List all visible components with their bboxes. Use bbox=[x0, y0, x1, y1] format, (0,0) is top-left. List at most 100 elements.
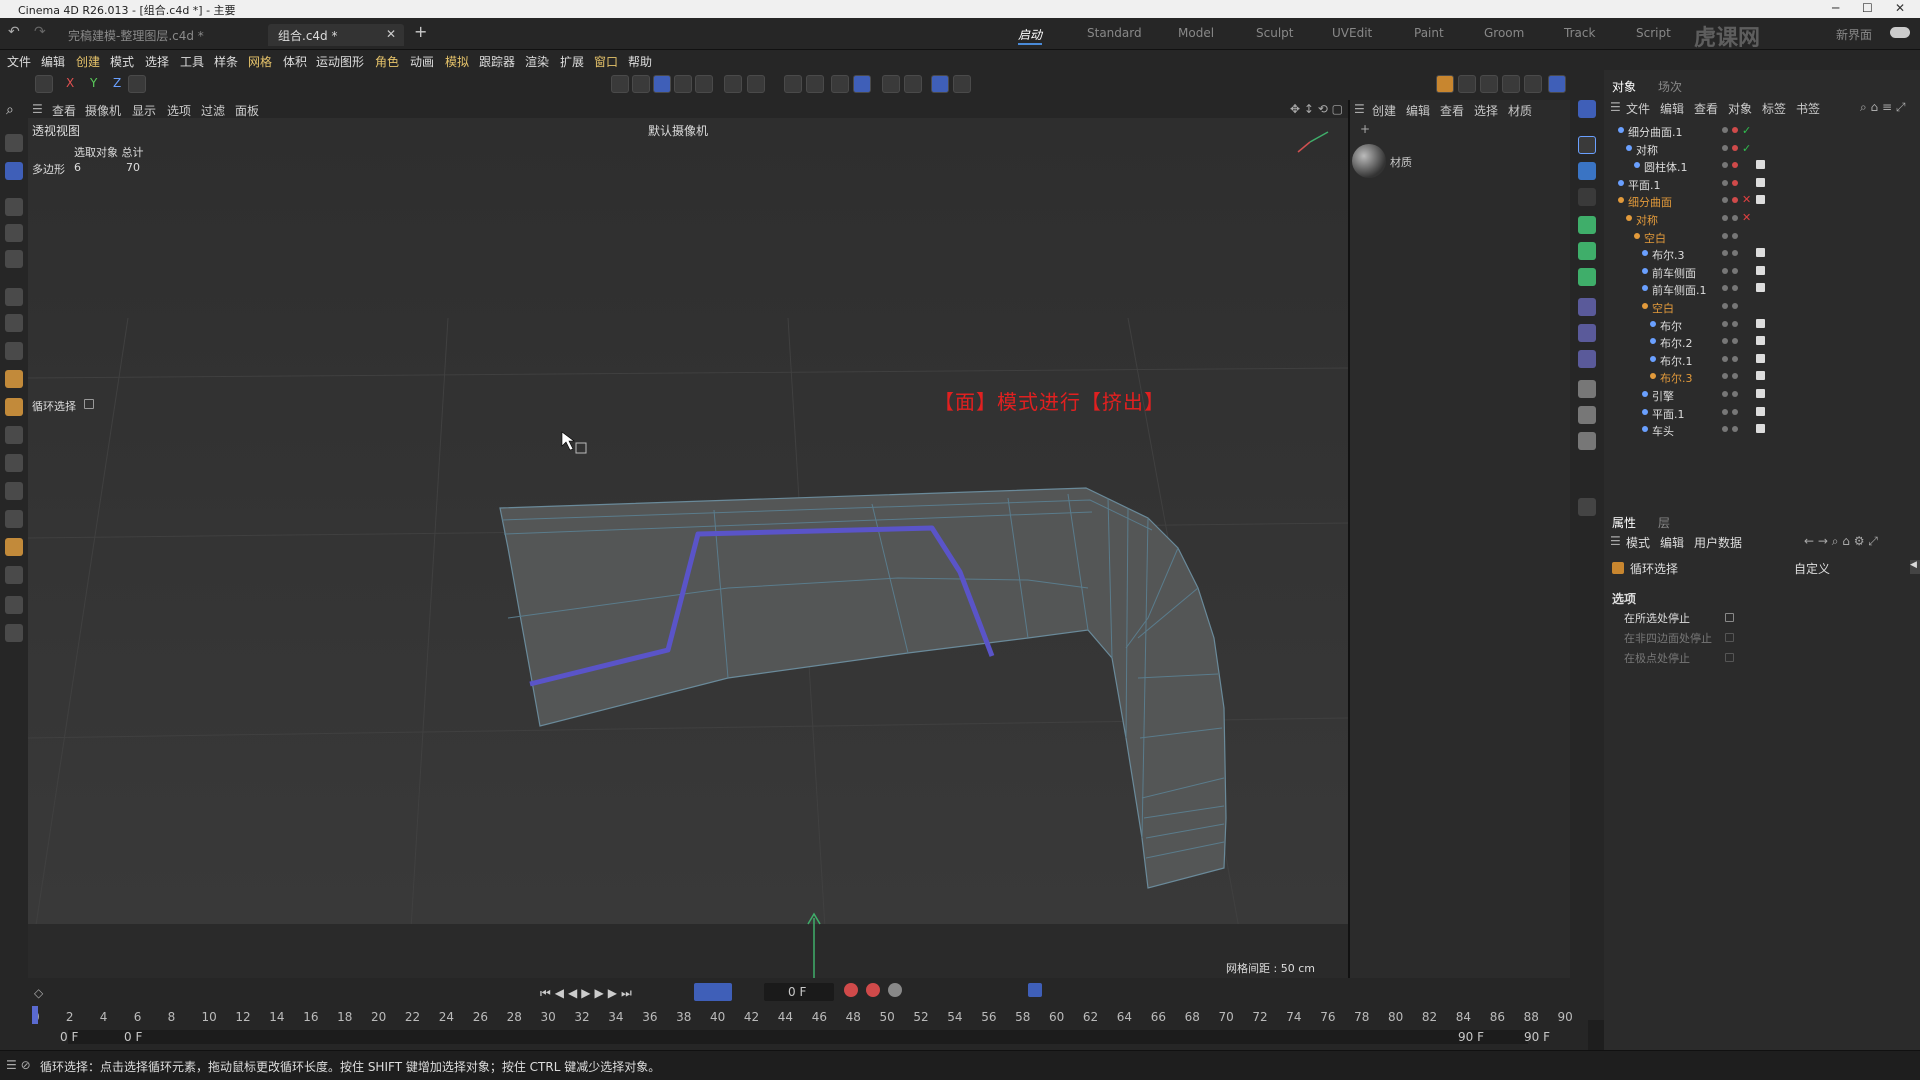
material-menu-icon[interactable]: ☰ bbox=[1354, 102, 1365, 116]
axis-mode-icon[interactable] bbox=[724, 75, 742, 93]
enabled-check-icon[interactable]: ✓ bbox=[1742, 142, 1751, 155]
deformer-purple-icon[interactable] bbox=[1578, 298, 1596, 316]
editor-visibility-dot[interactable] bbox=[1722, 408, 1728, 415]
move-tool-icon[interactable] bbox=[5, 198, 23, 216]
editor-visibility-dot[interactable] bbox=[1722, 179, 1728, 186]
attr-menu-edit[interactable]: 编辑 bbox=[1660, 534, 1684, 551]
object-mode-icon[interactable] bbox=[674, 75, 692, 93]
search-icon[interactable]: ⌕ ⌂ ≡ ⤢ bbox=[1860, 100, 1905, 115]
render-visibility-dot[interactable] bbox=[1732, 373, 1738, 380]
menu-simulate[interactable]: 模拟 bbox=[445, 53, 469, 70]
render-visibility-dot[interactable] bbox=[1732, 391, 1738, 397]
phong-tag-icon[interactable] bbox=[1756, 406, 1765, 416]
object-row[interactable]: 圆柱体.1 bbox=[1604, 157, 1920, 174]
render-settings-icon[interactable] bbox=[1524, 75, 1542, 93]
object-name[interactable]: 布尔.3 bbox=[1652, 247, 1685, 263]
tab-attributes[interactable]: 属性 bbox=[1612, 514, 1636, 531]
tab-layers[interactable]: 层 bbox=[1658, 514, 1670, 531]
magnet-icon[interactable] bbox=[784, 75, 802, 93]
points-mode-icon[interactable] bbox=[611, 75, 629, 93]
edges-mode-icon[interactable] bbox=[632, 75, 650, 93]
phong-tag-icon[interactable] bbox=[1756, 371, 1765, 381]
render-visibility-dot[interactable] bbox=[1732, 215, 1738, 221]
add-tab-icon[interactable]: + bbox=[414, 22, 427, 41]
gear-icon[interactable] bbox=[1578, 268, 1596, 286]
search-icon[interactable]: ⌕ bbox=[6, 102, 14, 118]
phong-tag-icon[interactable] bbox=[1756, 248, 1765, 258]
text-icon[interactable] bbox=[1578, 188, 1596, 206]
layout-paint[interactable]: Paint bbox=[1414, 26, 1444, 40]
disabled-cross-icon[interactable]: ✕ bbox=[1742, 193, 1751, 206]
interactive-render-icon[interactable] bbox=[1548, 75, 1566, 93]
playback-controls[interactable]: ⏮◀◀▶▶▶⏭ bbox=[540, 986, 636, 1001]
soft-selection-icon[interactable] bbox=[806, 75, 824, 93]
obj-menu-tags[interactable]: 标签 bbox=[1762, 100, 1786, 117]
close-icon[interactable]: ✕ bbox=[1895, 1, 1905, 15]
polygon-pen-icon[interactable] bbox=[5, 342, 23, 360]
object-row[interactable]: 空白 bbox=[1604, 228, 1920, 245]
range-end[interactable]: 90 F bbox=[1458, 1030, 1484, 1044]
texture-mode-icon[interactable] bbox=[695, 75, 713, 93]
vp-menu-camera[interactable]: 摄像机 bbox=[85, 102, 121, 119]
menu-mode[interactable]: 模式 bbox=[110, 53, 134, 70]
object-row[interactable]: 布尔.1 bbox=[1604, 351, 1920, 368]
environment-icon[interactable] bbox=[5, 566, 23, 584]
model-mode-icon[interactable] bbox=[35, 75, 53, 93]
object-name[interactable]: 布尔 bbox=[1660, 318, 1682, 334]
viewport[interactable]: 透视视图 默认摄像机 选取对象 总计 多边形 6 70 循环选择 【面】模式进行… bbox=[28, 118, 1348, 978]
brush-tool-icon[interactable] bbox=[5, 288, 23, 306]
object-name[interactable]: 前车侧面.1 bbox=[1652, 282, 1707, 298]
object-row[interactable]: 车头 bbox=[1604, 421, 1920, 438]
render-visibility-dot[interactable] bbox=[1732, 408, 1738, 415]
menu-volume[interactable]: 体积 bbox=[283, 53, 307, 70]
menu-tracker[interactable]: 跟踪器 bbox=[479, 53, 515, 70]
range-start[interactable]: 0 F bbox=[60, 1030, 78, 1044]
menu-render[interactable]: 渲染 bbox=[525, 53, 549, 70]
editor-visibility-dot[interactable] bbox=[1722, 426, 1728, 433]
axis-y-toggle[interactable]: Y bbox=[90, 76, 97, 90]
sky-icon[interactable] bbox=[1578, 380, 1596, 398]
render-view-icon[interactable] bbox=[1458, 75, 1476, 93]
viewport-nav-icon[interactable]: ✥ ↕ ⟲ ▢ bbox=[1290, 102, 1343, 116]
object-name[interactable]: 对称 bbox=[1636, 212, 1658, 228]
current-frame-field[interactable]: 0 F bbox=[764, 983, 834, 1001]
menu-select[interactable]: 选择 bbox=[145, 53, 169, 70]
render-visibility-dot[interactable] bbox=[1732, 267, 1738, 274]
object-name[interactable]: 平面.1 bbox=[1628, 177, 1661, 193]
object-name[interactable]: 空白 bbox=[1644, 230, 1666, 246]
menu-spline[interactable]: 样条 bbox=[214, 53, 238, 70]
object-row[interactable]: 平面.1 bbox=[1604, 404, 1920, 421]
menu-extensions[interactable]: 扩展 bbox=[560, 53, 584, 70]
layout-track[interactable]: Track bbox=[1564, 26, 1595, 40]
layout-model[interactable]: Model bbox=[1178, 26, 1214, 40]
phong-tag-icon[interactable] bbox=[1756, 353, 1765, 363]
obj-menu-file[interactable]: 文件 bbox=[1626, 100, 1650, 117]
pla-icon[interactable] bbox=[1028, 983, 1042, 997]
render-visibility-dot[interactable] bbox=[1732, 179, 1738, 186]
render-visibility-dot[interactable] bbox=[1732, 232, 1738, 239]
viewport-solo-icon[interactable] bbox=[953, 75, 971, 93]
menu-file[interactable]: 文件 bbox=[7, 53, 31, 70]
solo-hierarchy-icon[interactable] bbox=[904, 75, 922, 93]
attr-menu-userdata[interactable]: 用户数据 bbox=[1694, 534, 1742, 551]
obj-menu-edit[interactable]: 编辑 bbox=[1660, 100, 1684, 117]
editor-visibility-dot[interactable] bbox=[1722, 355, 1728, 362]
tab-document-1[interactable]: 完稿建模-整理图层.c4d * bbox=[58, 24, 214, 46]
editor-visibility-dot[interactable] bbox=[1722, 197, 1728, 204]
keyframe-selection-icon[interactable] bbox=[888, 983, 902, 997]
solo-icon[interactable] bbox=[882, 75, 900, 93]
axis-z-toggle[interactable]: Z bbox=[113, 76, 121, 90]
phong-tag-icon[interactable] bbox=[1756, 336, 1765, 346]
coordinate-system-icon[interactable] bbox=[128, 75, 146, 93]
object-manager-icon[interactable] bbox=[1578, 100, 1596, 118]
mat-menu-view[interactable]: 查看 bbox=[1440, 102, 1464, 119]
vp-menu-view[interactable]: 查看 bbox=[52, 102, 76, 119]
edit-icon[interactable] bbox=[1578, 498, 1596, 516]
vp-menu-filter[interactable]: 过滤 bbox=[201, 102, 225, 119]
layout-groom[interactable]: Groom bbox=[1484, 26, 1524, 40]
object-row[interactable]: 细分曲面 ✕ bbox=[1604, 192, 1920, 209]
material-thumbnail[interactable] bbox=[1352, 144, 1386, 178]
expand-icon[interactable]: ◀ bbox=[1910, 560, 1920, 574]
render-visibility-dot[interactable] bbox=[1732, 250, 1738, 257]
menu-help[interactable]: 帮助 bbox=[628, 53, 652, 70]
